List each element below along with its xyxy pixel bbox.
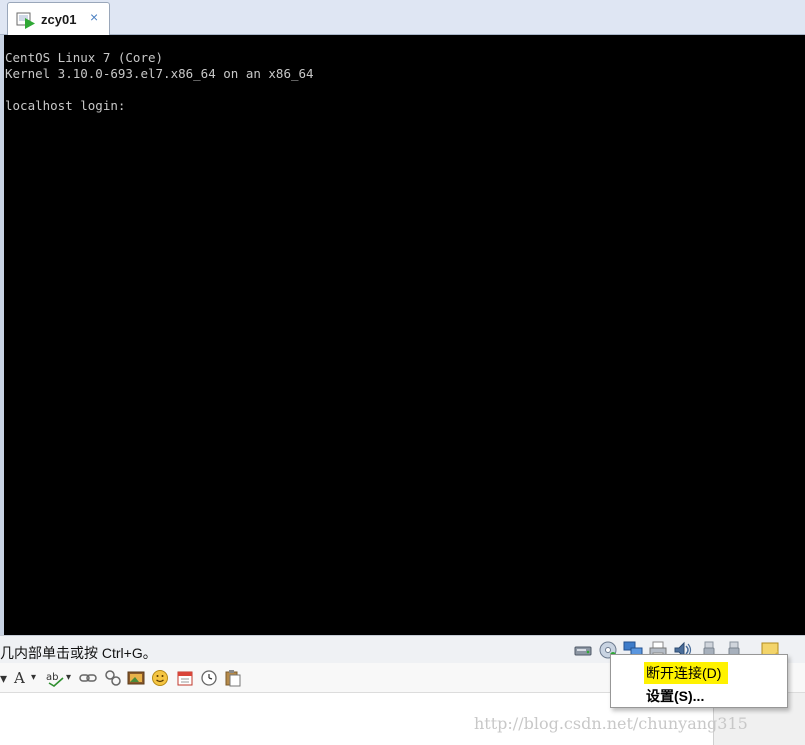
dropdown-arrow-icon[interactable]: ▾ — [0, 669, 7, 687]
unlink-icon[interactable] — [104, 669, 122, 687]
console-line: CentOS Linux 7 (Core) — [5, 50, 164, 65]
dropdown-arrow-icon[interactable]: ▾ — [31, 669, 36, 687]
console-line: Kernel 3.10.0-693.el7.x86_64 on an x86_6… — [5, 66, 314, 81]
svg-text:ab: ab — [46, 672, 58, 683]
spellcheck-icon[interactable]: ab — [46, 669, 66, 687]
calendar-icon[interactable] — [176, 669, 194, 687]
tab-vm-zcy01[interactable]: zcy01 × — [7, 2, 110, 36]
vmware-window: zcy01 × CentOS Linux 7 (Core) Kernel 3.1… — [0, 0, 805, 745]
status-hint: 几内部单击或按 Ctrl+G。 — [0, 645, 157, 661]
tab-title: zcy01 — [41, 12, 77, 27]
close-icon[interactable]: × — [90, 10, 98, 24]
clock-icon[interactable] — [200, 669, 218, 687]
dropdown-arrow-icon[interactable]: ▾ — [66, 669, 71, 687]
paste-icon[interactable] — [224, 669, 242, 687]
emoticon-icon[interactable] — [151, 669, 169, 687]
hard-disk-icon[interactable] — [573, 640, 593, 660]
tab-strip: zcy01 × — [0, 0, 805, 36]
watermark: http://blog.csdn.net/chunyang315 — [474, 714, 748, 733]
font-color-button[interactable]: A — [14, 669, 25, 687]
menu-item-settings[interactable]: 设置(S)... — [646, 686, 704, 706]
menu-item-disconnect[interactable]: 断开连接(D) — [644, 662, 729, 684]
console-login-prompt: localhost login: — [5, 98, 126, 113]
vm-running-icon — [16, 12, 35, 29]
context-menu: 断开连接(D) 设置(S)... — [610, 654, 788, 708]
vm-console[interactable]: CentOS Linux 7 (Core) Kernel 3.10.0-693.… — [4, 35, 805, 635]
image-icon[interactable] — [127, 669, 145, 687]
link-icon[interactable] — [79, 669, 97, 687]
